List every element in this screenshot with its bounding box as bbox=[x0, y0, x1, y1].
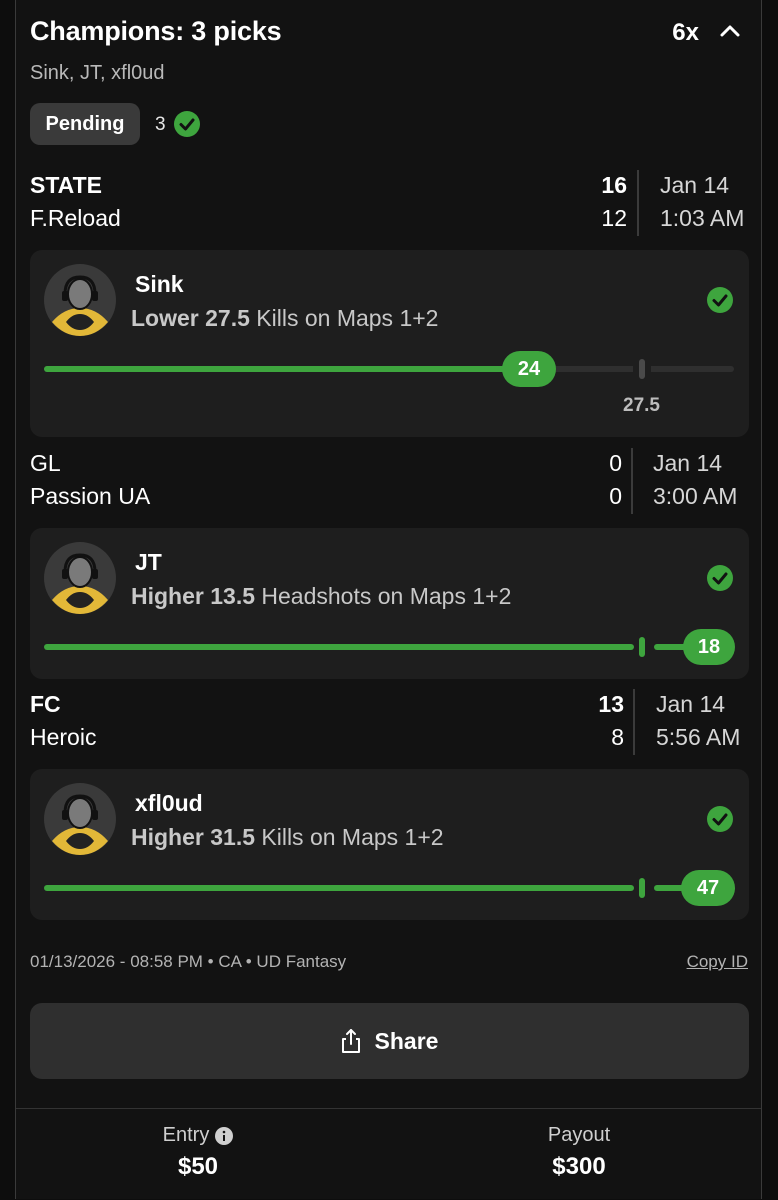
entry-title: Champions: 3 picks bbox=[30, 16, 282, 46]
pick-card: Sink Lower 27.5 Kills on Maps 1+2 24 27.… bbox=[30, 250, 749, 437]
line-label: 27.5 bbox=[623, 395, 660, 416]
player-name: JT bbox=[135, 549, 162, 575]
pick-line: Higher 31.5 Kills on Maps 1+2 bbox=[131, 824, 444, 851]
pick-direction: Lower 27.5 bbox=[131, 305, 250, 331]
team-score: 16 bbox=[601, 172, 627, 198]
pick-stat: Kills on Maps 1+2 bbox=[261, 824, 444, 850]
team-score: 8 bbox=[611, 724, 624, 750]
entry-value: $50 bbox=[177, 1153, 219, 1180]
pick-direction: Higher 13.5 bbox=[131, 583, 255, 609]
team-name: Heroic bbox=[30, 724, 97, 750]
game-row: STATE F.Reload 16 12 Jan 14 1:03 AM bbox=[30, 170, 750, 240]
payout-summary: Payout $300 bbox=[399, 1124, 759, 1181]
check-icon bbox=[707, 806, 733, 832]
actual-value: 18 bbox=[683, 629, 735, 665]
team-score: 0 bbox=[609, 450, 622, 476]
line-marker bbox=[639, 637, 645, 657]
divider bbox=[637, 170, 639, 236]
team-name: FC bbox=[30, 691, 61, 717]
pick-card: JT Higher 13.5 Headshots on Maps 1+2 18 bbox=[30, 528, 749, 679]
game-date: Jan 14 bbox=[660, 172, 730, 198]
game-time: 5:56 AM bbox=[656, 724, 741, 750]
divider bbox=[631, 448, 633, 514]
divider bbox=[633, 689, 635, 755]
entry-label: Entry bbox=[162, 1124, 210, 1146]
share-label: Share bbox=[374, 1027, 439, 1054]
pick-stat: Kills on Maps 1+2 bbox=[256, 305, 439, 331]
team-score: 12 bbox=[601, 205, 627, 231]
team-name: STATE bbox=[30, 172, 102, 198]
avatar bbox=[44, 264, 116, 336]
game-date: Jan 14 bbox=[656, 691, 726, 717]
progress-fill bbox=[44, 644, 634, 650]
avatar bbox=[44, 783, 116, 855]
payout-label: Payout bbox=[547, 1124, 611, 1146]
entry-label-row: Entry bbox=[163, 1124, 234, 1147]
line-marker bbox=[639, 878, 645, 898]
entry-meta: 01/13/2026 - 08:58 PM • CA • UD Fantasy bbox=[30, 952, 347, 971]
pick-line: Higher 13.5 Headshots on Maps 1+2 bbox=[131, 583, 511, 610]
pick-direction: Higher 31.5 bbox=[131, 824, 255, 850]
payout-value: $300 bbox=[552, 1153, 606, 1180]
entry-summary: Entry $50 bbox=[18, 1124, 378, 1181]
pick-stat: Headshots on Maps 1+2 bbox=[261, 583, 512, 609]
pick-line: Lower 27.5 Kills on Maps 1+2 bbox=[131, 305, 438, 332]
check-icon bbox=[707, 287, 733, 313]
team-score: 0 bbox=[609, 483, 622, 509]
player-name: Sink bbox=[135, 271, 184, 297]
progress-fill bbox=[44, 885, 634, 891]
copy-id-link[interactable]: Copy ID bbox=[687, 952, 748, 972]
status-badge: Pending bbox=[30, 103, 140, 145]
game-time: 3:00 AM bbox=[653, 483, 738, 509]
avatar bbox=[44, 542, 116, 614]
multiplier: 6x bbox=[672, 19, 699, 46]
actual-value: 47 bbox=[681, 870, 735, 906]
picks-summary: Sink, JT, xfl0ud bbox=[30, 62, 165, 84]
check-icon bbox=[707, 565, 733, 591]
progress-fill bbox=[44, 366, 524, 372]
team-score: 13 bbox=[598, 691, 624, 717]
footer-divider bbox=[16, 1108, 761, 1109]
team-name: Passion UA bbox=[30, 483, 151, 509]
team-name: GL bbox=[30, 450, 61, 476]
share-icon bbox=[341, 1029, 360, 1053]
actual-value: 24 bbox=[502, 351, 556, 387]
entry-card: Champions: 3 picks 6x Sink, JT, xfl0ud P… bbox=[15, 0, 762, 1199]
line-marker bbox=[639, 359, 645, 379]
share-button[interactable]: Share bbox=[30, 1003, 749, 1079]
pick-card: xfl0ud Higher 31.5 Kills on Maps 1+2 47 bbox=[30, 769, 749, 920]
team-name: F.Reload bbox=[30, 205, 121, 231]
game-row: GL Passion UA 0 0 Jan 14 3:00 AM bbox=[30, 448, 750, 518]
info-icon[interactable] bbox=[215, 1126, 234, 1145]
chevron-up-icon[interactable] bbox=[719, 24, 741, 38]
game-row: FC Heroic 13 8 Jan 14 5:56 AM bbox=[30, 689, 750, 759]
player-name: xfl0ud bbox=[135, 790, 203, 816]
game-date: Jan 14 bbox=[653, 450, 723, 476]
game-time: 1:03 AM bbox=[660, 205, 745, 231]
correct-count: 3 bbox=[155, 114, 166, 135]
check-icon bbox=[174, 111, 200, 137]
